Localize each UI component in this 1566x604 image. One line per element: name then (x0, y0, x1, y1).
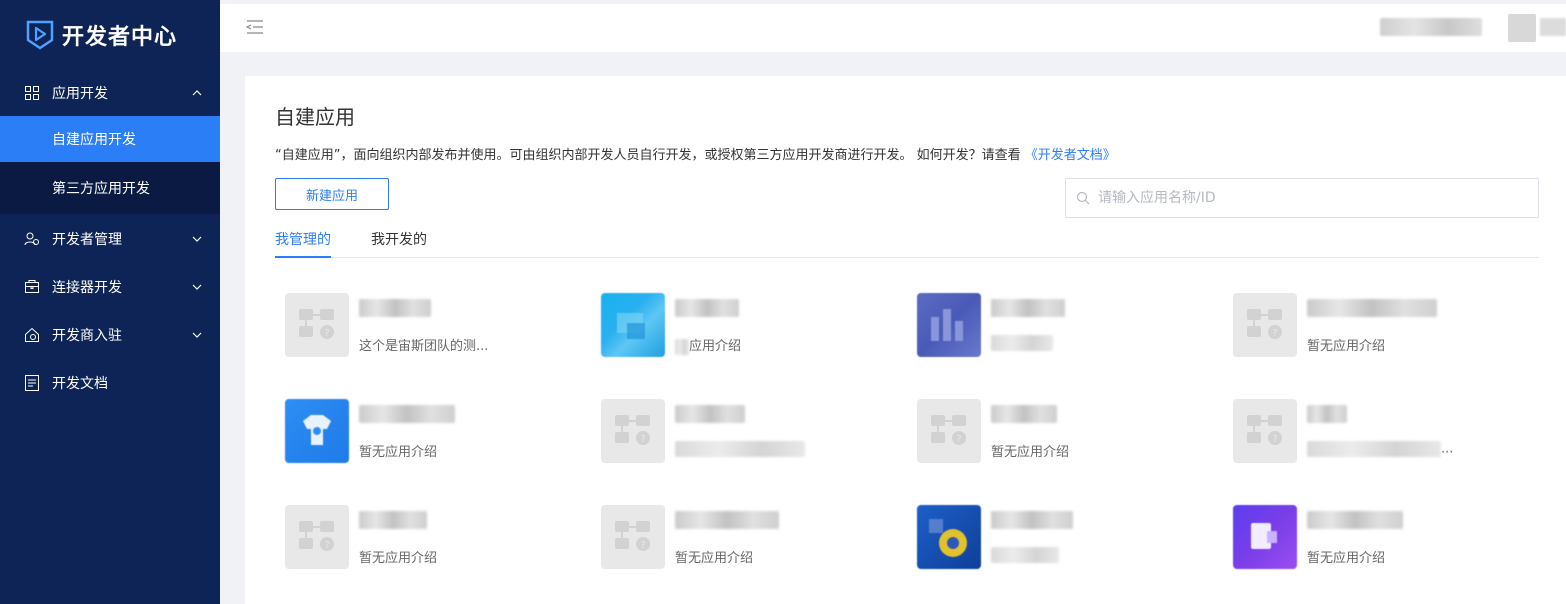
app-card[interactable]: 应用介绍 (601, 293, 901, 363)
brand[interactable]: 开发者中心 (0, 0, 220, 70)
app-name (1307, 507, 1403, 533)
sidebar-item-dev-docs[interactable]: 开发文档 (0, 360, 220, 406)
app-card[interactable] (917, 505, 1217, 575)
app-desc: 这个是宙斯团队的测... (359, 339, 489, 354)
app-name (359, 295, 431, 321)
nav-group-vendor[interactable]: 开发商入驻 (0, 312, 220, 358)
nav-group-label: 连接器开发 (52, 280, 122, 296)
app-desc: 暂无应用介绍 (359, 551, 438, 566)
box-icon (24, 279, 40, 295)
app-name (991, 295, 1065, 321)
app-card[interactable]: ? 暂无应用介绍 (917, 399, 1217, 469)
svg-text:?: ? (640, 540, 645, 551)
app-name (991, 507, 1073, 533)
app-card[interactable]: ? ... (1233, 399, 1533, 469)
app-card[interactable]: ? (601, 399, 901, 469)
menu-collapse-icon[interactable] (246, 20, 264, 34)
app-card[interactable] (917, 293, 1217, 363)
app-card[interactable]: ? 暂无应用介绍 (1233, 293, 1533, 363)
app-desc: 暂无应用介绍 (359, 445, 438, 460)
purple-app-icon (1233, 505, 1297, 569)
svg-text:?: ? (956, 434, 961, 445)
tab-developed[interactable]: 我开发的 (371, 229, 427, 258)
cyan-app-icon (601, 293, 665, 357)
avatar[interactable] (1508, 14, 1536, 42)
sidebar-item-third-party[interactable]: 第三方应用开发 (0, 162, 220, 214)
chevron-up-icon (192, 90, 202, 96)
app-card[interactable]: ? 暂无应用介绍 (285, 505, 585, 575)
yellow-blue-app-icon (917, 505, 981, 569)
default-app-icon: ? (601, 505, 665, 569)
sub-nav: 自建应用开发 第三方应用开发 (0, 116, 220, 214)
search-input[interactable] (1098, 190, 1538, 206)
chevron-down-icon (192, 284, 202, 290)
svg-text:?: ? (640, 434, 645, 445)
indigo-app-icon (917, 293, 981, 357)
top-header (220, 4, 1566, 52)
search-box[interactable] (1065, 178, 1539, 218)
nav-group-label: 开发文档 (52, 376, 108, 392)
app-desc: 暂无应用介绍 (1307, 551, 1386, 566)
user-name[interactable] (1380, 18, 1482, 36)
app-desc (675, 441, 805, 457)
chevron-down-icon (192, 332, 202, 338)
svg-text:?: ? (324, 540, 329, 551)
nav-group-app-dev[interactable]: 应用开发 (0, 70, 220, 116)
app-desc: 暂无应用介绍 (991, 445, 1070, 460)
app-name (1307, 401, 1347, 427)
play-shield-icon (26, 20, 54, 50)
tab-managed[interactable]: 我管理的 (275, 229, 331, 258)
chevron-down-icon (192, 236, 202, 242)
nav-group-dev-manage[interactable]: 开发者管理 (0, 216, 220, 262)
default-app-icon: ? (1233, 293, 1297, 357)
app-name (675, 507, 779, 533)
page-title: 自建应用 (275, 105, 355, 129)
main-panel: 自建应用 “自建应用”，面向组织内部发布并使用。可由组织内部开发人员自行开发，或… (245, 76, 1566, 604)
default-app-icon: ? (1233, 399, 1297, 463)
sidebar-item-self-built[interactable]: 自建应用开发 (0, 116, 220, 162)
blue-shirt-app-icon (285, 399, 349, 463)
app-desc: 暂无应用介绍 (1307, 339, 1386, 354)
doc-link[interactable]: 《开发者文档》 (1025, 148, 1116, 163)
app-name (359, 507, 427, 533)
app-name (991, 401, 1057, 427)
people-icon (24, 231, 40, 247)
app-desc: 暂无应用介绍 (675, 551, 754, 566)
svg-text:?: ? (1272, 328, 1277, 339)
description-text: “自建应用”，面向组织内部发布并使用。可由组织内部开发人员自行开发，或授权第三方… (275, 148, 1025, 163)
sidebar: 开发者中心 应用开发 自建应用开发 第三方应用开发 开发者管理 连接器开发 开发… (0, 0, 220, 604)
user-menu[interactable] (1540, 18, 1566, 36)
tabs: 我管理的 我开发的 (275, 226, 1539, 258)
default-app-icon: ? (285, 293, 349, 357)
nav-group-connector[interactable]: 连接器开发 (0, 264, 220, 310)
app-desc (991, 335, 1053, 351)
svg-text:?: ? (1272, 434, 1277, 445)
app-desc (991, 547, 1059, 563)
nav-group-label: 开发者管理 (52, 232, 122, 248)
doc-icon (24, 375, 40, 391)
app-card[interactable]: 暂无应用介绍 (1233, 505, 1533, 575)
svg-text:?: ? (324, 328, 329, 339)
new-app-button[interactable]: 新建应用 (275, 178, 389, 210)
nav-group-label: 应用开发 (52, 86, 108, 102)
app-name (675, 401, 745, 427)
nav-group-label: 开发商入驻 (52, 328, 122, 344)
app-card[interactable]: 暂无应用介绍 (285, 399, 585, 469)
app-desc: ... (1307, 441, 1453, 457)
brand-title: 开发者中心 (62, 25, 178, 50)
search-icon (1076, 191, 1090, 205)
page-description: “自建应用”，面向组织内部发布并使用。可由组织内部开发人员自行开发，或授权第三方… (275, 144, 1116, 163)
default-app-icon: ? (285, 505, 349, 569)
house-icon (24, 327, 40, 343)
app-name (1307, 295, 1437, 321)
app-desc: 应用介绍 (675, 335, 741, 355)
grid-icon (24, 85, 40, 101)
app-card[interactable]: ? 这个是宙斯团队的测... (285, 293, 585, 363)
app-name (359, 401, 455, 427)
app-name (675, 295, 739, 321)
default-app-icon: ? (917, 399, 981, 463)
app-card[interactable]: ? 暂无应用介绍 (601, 505, 901, 575)
default-app-icon: ? (601, 399, 665, 463)
